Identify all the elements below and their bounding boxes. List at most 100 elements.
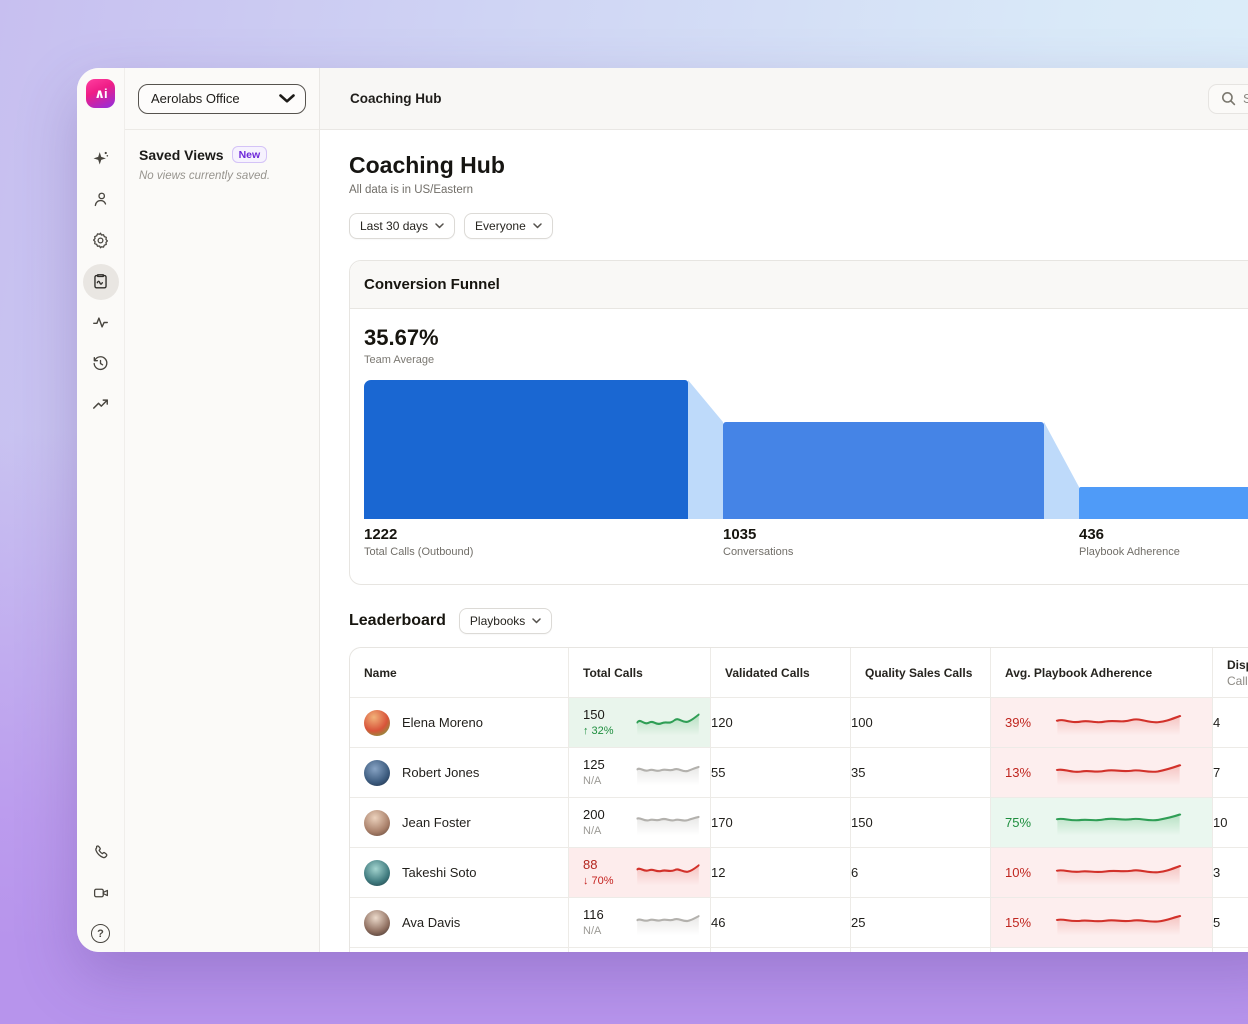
activity-icon [91,313,110,332]
page-content: Coaching Hub All data is in US/Eastern L… [320,130,1248,952]
column-header-validated-calls[interactable]: Validated Calls [711,648,851,698]
column-header-avg-playbook-adherence[interactable]: Avg. Playbook Adherence [991,648,1213,698]
phone-icon [92,843,110,861]
page-subtitle: All data is in US/Eastern [349,184,1248,196]
disposition-value: 5 [1213,898,1248,948]
total-calls-delta: ↓ 70% [583,875,614,888]
chevron-down-icon [435,223,444,229]
validated-calls-value: 46 [711,898,851,948]
quality-sales-calls-value: 100 [851,698,991,748]
audience-filter[interactable]: Everyone [464,213,553,239]
audience-value: Everyone [475,219,526,233]
adherence-value: 75% [1005,815,1037,830]
total-calls-value: 88 [583,858,614,873]
breadcrumb: Coaching Hub [350,91,442,106]
total-calls-value: 116 [583,908,604,923]
funnel-chart [364,380,1248,519]
column-header-disposition[interactable]: Disp Call C [1213,648,1248,698]
saved-views-section: Saved Views New No views currently saved… [125,130,319,198]
rep-name: Elena Moreno [402,715,483,730]
sparkline [1053,910,1184,936]
playbooks-value: Playbooks [470,614,525,628]
phone-button[interactable] [83,834,119,870]
total-calls-delta: N/A [583,775,605,788]
disposition-value: 4 [1213,698,1248,748]
history-icon [91,354,110,373]
page-title: Coaching Hub [349,152,1248,179]
table-row[interactable]: Matthew Rodriguez 180N/A 120 98 50% 7 [350,948,1248,952]
rep-name: Takeshi Soto [402,865,476,880]
total-calls-delta: N/A [583,925,604,938]
video-call-button[interactable] [83,875,119,911]
sparkline [1053,810,1184,836]
avatar [364,910,390,936]
search-icon [1221,91,1236,106]
main-area: Coaching Hub Search Coaching Hub All dat… [320,68,1248,952]
total-calls-delta: ↑ 32% [583,725,614,738]
app-logo[interactable]: ∧i [86,79,115,108]
avatar [364,760,390,786]
new-badge: New [232,146,268,163]
funnel-stage-conversations[interactable] [723,422,1044,519]
chevron-down-icon [279,94,295,103]
funnel-stage-total-calls[interactable] [364,380,688,519]
chevron-down-icon [533,223,542,229]
validated-calls-value: 120 [711,948,851,952]
quality-sales-calls-value: 35 [851,748,991,798]
nav-item-coaching-hub[interactable] [83,264,119,300]
disposition-value: 3 [1213,848,1248,898]
quality-sales-calls-value: 150 [851,798,991,848]
app-window: ∧i [77,68,1248,952]
sparkline [635,859,701,886]
card-title: Conversion Funnel [350,261,1248,309]
nav-item-history[interactable] [83,346,119,382]
nav-item-contacts[interactable] [83,182,119,218]
nav-item-analytics[interactable] [83,387,119,423]
table-row[interactable]: Robert Jones 125N/A 55 35 13% 7 [350,748,1248,798]
playbooks-filter[interactable]: Playbooks [459,608,552,634]
sparkline [1053,710,1184,736]
table-row[interactable]: Takeshi Soto 88↓ 70% 12 6 10% 3 [350,848,1248,898]
total-calls-value: 150 [583,708,614,723]
validated-calls-value: 170 [711,798,851,848]
funnel-connector [688,380,723,519]
disposition-value: 7 [1213,948,1248,952]
saved-views-panel: Aerolabs Office Saved Views New No views… [125,68,320,952]
table-row[interactable]: Elena Moreno 150↑ 32% 120 100 39% 4 [350,698,1248,748]
column-header-total-calls[interactable]: Total Calls [569,648,711,698]
search-placeholder: Search [1243,91,1248,106]
rep-name: Jean Foster [402,815,471,830]
funnel-stage-playbook-adherence[interactable] [1079,487,1248,519]
adherence-value: 13% [1005,765,1037,780]
funnel-connector [1044,422,1079,519]
person-icon [91,190,110,209]
workspace-selector[interactable]: Aerolabs Office [138,84,306,114]
help-button[interactable]: ? [83,916,119,952]
sparkline [635,909,701,936]
leaderboard-table: Name Total Calls Validated Calls Quality… [349,647,1248,952]
nav-item-settings[interactable] [83,223,119,259]
sparkline [1053,760,1184,786]
quality-sales-calls-value: 6 [851,848,991,898]
table-row[interactable]: Jean Foster 200N/A 170 150 75% 10 [350,798,1248,848]
column-header-name[interactable]: Name [350,648,569,698]
table-row[interactable]: Ava Davis 116N/A 46 25 15% 5 [350,898,1248,948]
avatar [364,810,390,836]
nav-item-ai-assistant[interactable] [83,141,119,177]
playbook-icon [91,272,110,291]
table-header-row: Name Total Calls Validated Calls Quality… [350,648,1248,698]
column-header-quality-sales-calls[interactable]: Quality Sales Calls [851,648,991,698]
team-average-label: Team Average [364,354,1248,366]
search-input[interactable]: Search [1208,84,1248,114]
chevron-down-icon [532,618,541,624]
desktop-background: ∧i [0,0,1248,1024]
sparkline [635,709,701,736]
rep-name: Ava Davis [402,915,460,930]
validated-calls-value: 12 [711,848,851,898]
workspace-selector-row: Aerolabs Office [125,68,319,130]
nav-item-activity[interactable] [83,305,119,341]
filter-bar: Last 30 days Everyone [349,213,1248,239]
video-camera-icon [92,884,110,902]
date-range-filter[interactable]: Last 30 days [349,213,455,239]
icon-rail: ∧i [77,68,125,952]
